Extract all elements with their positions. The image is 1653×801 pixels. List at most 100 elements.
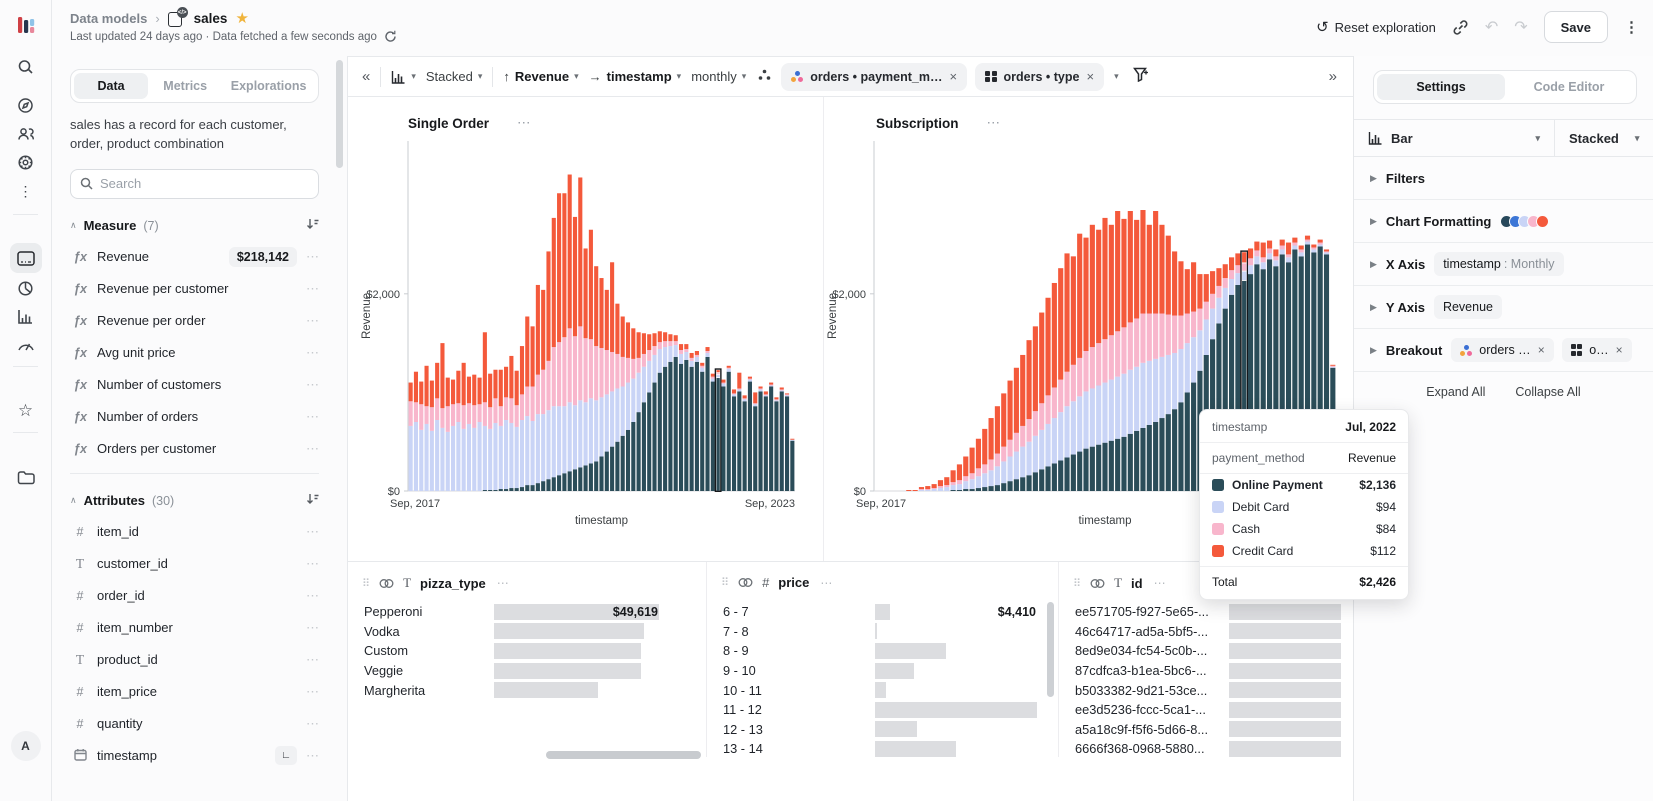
measure-section-header[interactable]: ∧ Measure (7) <box>70 213 319 239</box>
x-axis-pill[interactable]: timestamp : Monthly <box>1434 252 1563 276</box>
close-icon[interactable]: × <box>949 69 957 84</box>
table-row[interactable]: Pepperoni$49,619 <box>348 602 705 622</box>
table-row[interactable]: 6666f368-0968-5880... <box>1059 739 1353 757</box>
drag-handle-icon[interactable]: ⠿ <box>1073 577 1081 590</box>
tab-settings[interactable]: Settings <box>1377 74 1505 100</box>
chart-type-select[interactable]: Bar▾ <box>1354 120 1555 156</box>
measure-item[interactable]: ƒxRevenue$218,142⋯ <box>52 241 333 273</box>
tab-explorations[interactable]: Explorations <box>222 73 315 99</box>
attribute-item[interactable]: timestamp∟⋯ <box>52 740 333 772</box>
attribute-item[interactable]: #item_price⋯ <box>52 676 333 708</box>
table-row[interactable]: 87cdfca3-b1ea-5bc6-... <box>1059 661 1353 681</box>
row-menu-icon[interactable]: ⋯ <box>306 556 319 572</box>
users-icon[interactable] <box>10 119 42 149</box>
table-row[interactable]: 12 - 13 <box>707 720 1058 740</box>
table-row[interactable]: Custom <box>348 641 705 661</box>
query-donut-icon[interactable] <box>10 273 42 303</box>
measure-item[interactable]: ƒxAvg unit price⋯ <box>52 337 333 369</box>
refresh-icon[interactable] <box>384 30 397 43</box>
sort-icon[interactable] <box>306 217 319 235</box>
y-axis-pill[interactable]: Revenue <box>1434 295 1502 319</box>
breakout-pill[interactable]: orders …× <box>1451 338 1553 362</box>
expand-all-link[interactable]: Expand All <box>1426 385 1485 399</box>
breadcrumb-data-models[interactable]: Data models <box>70 11 147 26</box>
chart-menu-icon[interactable]: ⋯ <box>517 115 531 131</box>
table-row[interactable]: 9 - 10 <box>707 661 1058 681</box>
measure-item[interactable]: ƒxRevenue per customer⋯ <box>52 273 333 305</box>
chart-type-button[interactable]: ▾ <box>391 70 416 84</box>
overflow-menu-icon[interactable]: ⋮ <box>1624 18 1639 36</box>
row-menu-icon[interactable]: ⋯ <box>306 716 319 732</box>
drag-handle-icon[interactable]: ⠿ <box>362 577 370 590</box>
chart-menu-icon[interactable]: ⋯ <box>987 115 1001 131</box>
redo-icon[interactable]: ↷ <box>1514 17 1527 37</box>
attributes-section-header[interactable]: ∧ Attributes (30) <box>70 488 319 514</box>
column-header[interactable]: ⠿#price⋯ <box>721 575 832 590</box>
user-avatar[interactable]: A <box>11 731 41 761</box>
row-menu-icon[interactable]: ⋯ <box>306 377 319 393</box>
table-row[interactable]: 46c64717-ad5a-5bf5-... <box>1059 622 1353 642</box>
row-menu-icon[interactable]: ⋯ <box>306 345 319 361</box>
table-row[interactable]: Veggie <box>348 661 705 681</box>
favorites-star-icon[interactable]: ☆ <box>10 396 42 426</box>
undo-icon[interactable]: ↶ <box>1485 17 1498 37</box>
table-row[interactable]: 6 - 7$4,410 <box>707 602 1058 622</box>
single-order-chart[interactable]: $0$2,000RevenueSep, 2017Sep, 2023timesta… <box>348 97 824 561</box>
breakout-pill[interactable]: orders • payment_m…× <box>781 63 967 91</box>
table-row[interactable]: Margherita <box>348 680 705 700</box>
close-icon[interactable]: × <box>1538 343 1545 357</box>
row-menu-icon[interactable]: ⋯ <box>306 652 319 668</box>
table-row[interactable]: Vodka <box>348 622 705 642</box>
table-row[interactable]: b5033382-9d21-53ce... <box>1059 680 1353 700</box>
sidebar-scrollbar[interactable] <box>336 60 343 168</box>
x-field-button[interactable]: →timestamp▾ <box>589 69 682 84</box>
attribute-item[interactable]: Tproduct_id⋯ <box>52 644 333 676</box>
attribute-item[interactable]: Tcustomer_id⋯ <box>52 548 333 580</box>
row-menu-icon[interactable]: ⋯ <box>306 249 319 265</box>
row-menu-icon[interactable]: ⋯ <box>306 313 319 329</box>
x-axis-section[interactable]: ▶ X Axis timestamp : Monthly <box>1354 243 1653 286</box>
measure-item[interactable]: ƒxNumber of customers⋯ <box>52 369 333 401</box>
search-box[interactable] <box>70 169 319 199</box>
y-axis-section[interactable]: ▶ Y Axis Revenue <box>1354 286 1653 329</box>
attribute-item[interactable]: #quantity⋯ <box>52 708 333 740</box>
table-row[interactable]: 13 - 14 <box>707 739 1058 757</box>
row-menu-icon[interactable]: ⋯ <box>306 684 319 700</box>
table-row[interactable]: ee571705-f927-5e65-... <box>1059 602 1353 622</box>
table-row[interactable]: ee3d5236-fccc-5ca1-... <box>1059 700 1353 720</box>
row-menu-icon[interactable]: ⋯ <box>306 748 319 764</box>
breakout-pill[interactable]: orders • type× <box>975 63 1104 91</box>
stack-type-select[interactable]: Stacked▾ <box>1555 120 1653 156</box>
attribute-item[interactable]: #item_id⋯ <box>52 516 333 548</box>
chart-icon[interactable] <box>10 302 42 332</box>
column-menu-icon[interactable]: ⋯ <box>1154 576 1166 590</box>
column-menu-icon[interactable]: ⋯ <box>820 576 832 590</box>
row-menu-icon[interactable]: ⋯ <box>306 620 319 636</box>
app-logo-icon[interactable] <box>10 10 42 40</box>
measure-item[interactable]: ƒxOrders per customer⋯ <box>52 433 333 465</box>
share-link-icon[interactable] <box>1452 19 1469 36</box>
caret-down-icon[interactable]: ▾ <box>1114 71 1119 82</box>
dashboard-gauge-icon[interactable] <box>10 330 42 360</box>
breakout-pill[interactable]: o…× <box>1562 338 1632 362</box>
drag-handle-icon[interactable]: ⠿ <box>721 576 729 589</box>
save-button[interactable]: Save <box>1544 11 1608 43</box>
attribute-item[interactable]: #item_number⋯ <box>52 612 333 644</box>
workbook-icon[interactable] <box>10 243 42 273</box>
search-icon[interactable] <box>10 52 42 82</box>
row-menu-icon[interactable]: ⋯ <box>306 409 319 425</box>
column-header[interactable]: ⠿Tid⋯ <box>1073 575 1166 591</box>
horizontal-scrollbar[interactable] <box>546 751 701 759</box>
table-row[interactable]: 8 - 9 <box>707 641 1058 661</box>
more-menu-icon[interactable]: ⋮ <box>10 176 42 206</box>
add-filter-icon[interactable] <box>1133 67 1149 87</box>
close-icon[interactable]: × <box>1616 343 1623 357</box>
model-gear-icon[interactable] <box>10 147 42 177</box>
table-row[interactable]: 11 - 12 <box>707 700 1058 720</box>
column-menu-icon[interactable]: ⋯ <box>497 576 509 590</box>
search-input[interactable] <box>100 176 309 191</box>
compass-icon[interactable] <box>10 90 42 120</box>
table-row[interactable]: 10 - 11 <box>707 680 1058 700</box>
stack-mode-button[interactable]: Stacked▾ <box>426 69 483 84</box>
granularity-button[interactable]: monthly▾ <box>691 69 746 84</box>
